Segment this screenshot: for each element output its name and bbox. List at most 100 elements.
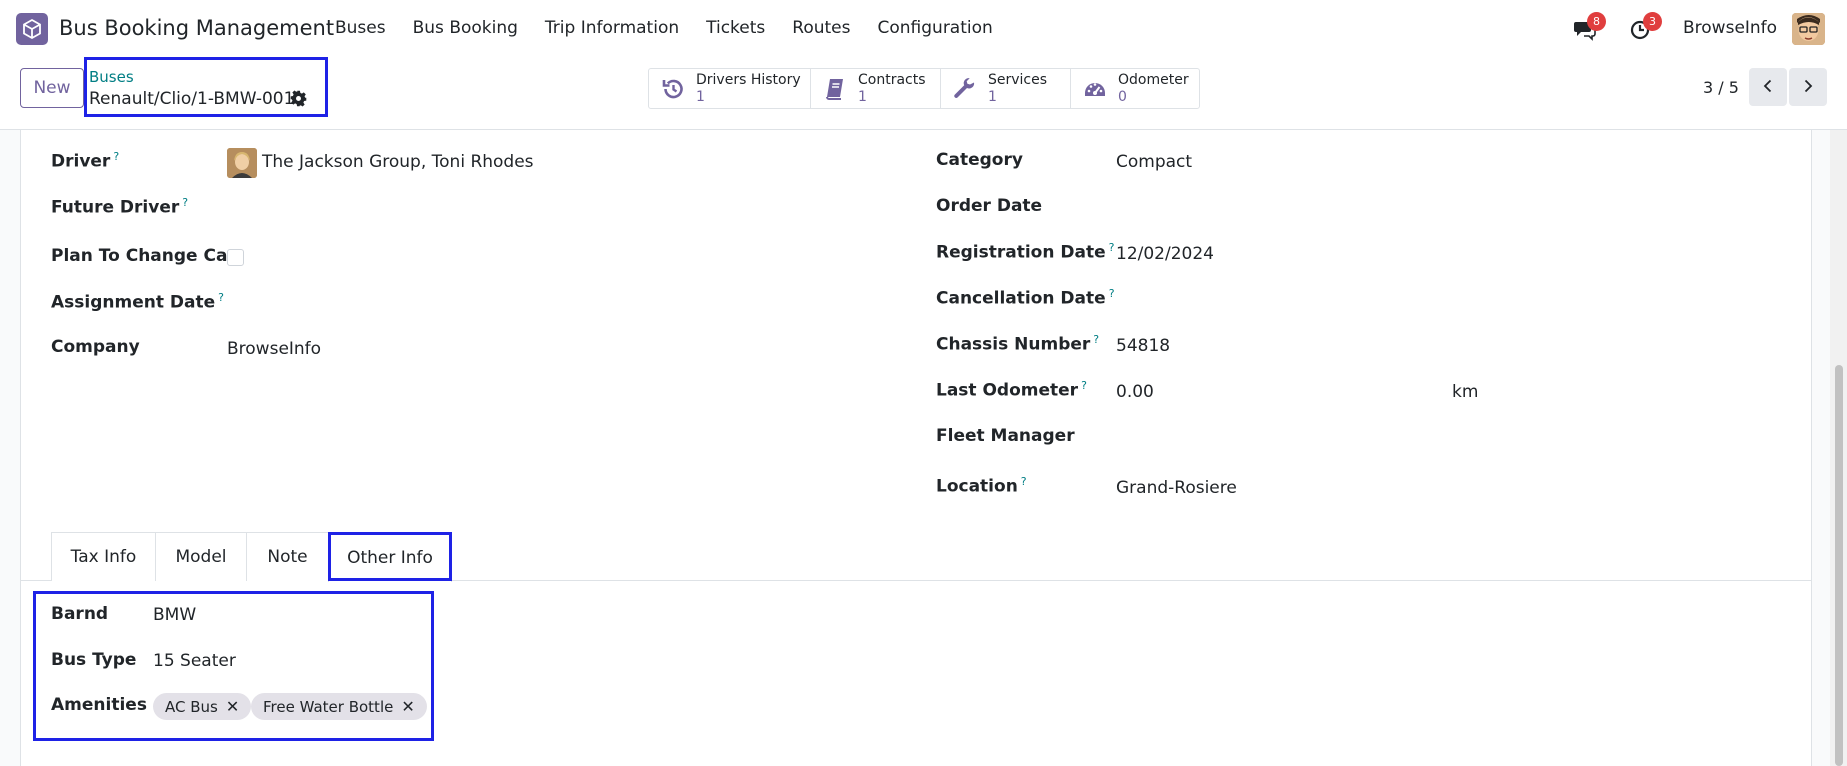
odometer-label: Odometer [1118, 72, 1189, 88]
services-count: 1 [988, 89, 997, 105]
messages-badge: 8 [1587, 12, 1606, 31]
contracts-button[interactable]: Contracts 1 [811, 69, 941, 108]
menu-item-trip-information[interactable]: Trip Information [545, 18, 679, 38]
help-tooltip-icon[interactable]: ? [1021, 475, 1027, 488]
plan-to-change-car-checkbox[interactable] [227, 249, 244, 266]
tab-note[interactable]: Note [246, 532, 329, 581]
odometer-unit[interactable]: km [1452, 382, 1478, 402]
odometer-count: 0 [1118, 89, 1127, 105]
help-tooltip-icon[interactable]: ? [1093, 333, 1099, 346]
app-title[interactable]: Bus Booking Management [59, 16, 334, 40]
services-label: Services [988, 72, 1048, 88]
pager-previous-button[interactable] [1749, 68, 1787, 106]
amenity-tag-label: AC Bus [165, 697, 218, 716]
future-driver-label-text: Future Driver [51, 197, 180, 218]
top-navbar: Bus Booking Management Buses Bus Booking… [0, 0, 1847, 58]
main-menu: Buses Bus Booking Trip Information Ticke… [335, 18, 1020, 38]
help-tooltip-icon[interactable]: ? [1109, 241, 1115, 254]
drivers-history-label: Drivers History [696, 72, 801, 88]
cancellation-date-label: Cancellation Date? [936, 287, 1115, 309]
chevron-left-icon [1761, 78, 1775, 97]
assignment-date-field[interactable] [227, 291, 787, 315]
pager-next-button[interactable] [1789, 68, 1827, 106]
book-icon [823, 77, 847, 101]
registration-date-value[interactable]: 12/02/2024 [1116, 244, 1214, 264]
future-driver-label: Future Driver? [51, 196, 188, 218]
contracts-label: Contracts [858, 72, 926, 88]
company-label: Company [51, 337, 140, 357]
location-value[interactable]: Grand-Rosiere [1116, 478, 1237, 498]
active-tab-highlight [328, 532, 452, 581]
drivers-history-count: 1 [696, 89, 705, 105]
amenity-tag: AC Bus ✕ [153, 693, 252, 720]
future-driver-field[interactable] [227, 196, 787, 220]
chassis-number-value[interactable]: 54818 [1116, 336, 1170, 356]
history-icon [661, 77, 685, 101]
breadcrumb-current: Renault/Clio/1-BMW-001 [89, 89, 295, 109]
order-date-field[interactable] [1116, 196, 1676, 220]
chassis-number-label: Chassis Number? [936, 333, 1099, 355]
tachometer-icon [1083, 77, 1107, 101]
location-label: Location? [936, 475, 1027, 497]
help-tooltip-icon[interactable]: ? [1109, 287, 1115, 300]
cancellation-date-field[interactable] [1116, 287, 1676, 311]
wrench-icon [953, 77, 977, 101]
pager-value[interactable]: 3 / 5 [1703, 78, 1739, 97]
plan-to-change-car-label: Plan To Change Car [51, 246, 236, 266]
smart-buttons: Drivers History 1 Contracts 1 Services 1… [648, 68, 1200, 109]
company-value[interactable]: BrowseInfo [227, 339, 321, 359]
app-logo-icon[interactable] [16, 13, 48, 45]
bus-type-value[interactable]: 15 Seater [153, 651, 236, 671]
registration-date-label-text: Registration Date [936, 242, 1106, 263]
driver-value[interactable]: The Jackson Group, Toni Rhodes [262, 152, 534, 172]
brand-value[interactable]: BMW [153, 605, 196, 625]
amenity-tag-label: Free Water Bottle [263, 697, 394, 716]
amenity-tag: Free Water Bottle ✕ [251, 693, 427, 720]
cancellation-date-label-text: Cancellation Date [936, 288, 1106, 309]
help-tooltip-icon[interactable]: ? [182, 196, 188, 209]
amenities-label: Amenities [51, 695, 147, 715]
activities-badge: 3 [1643, 12, 1662, 31]
menu-item-configuration[interactable]: Configuration [878, 18, 993, 38]
last-odometer-value[interactable]: 0.00 [1116, 382, 1154, 402]
chassis-number-label-text: Chassis Number [936, 334, 1091, 355]
close-icon[interactable]: ✕ [401, 697, 414, 716]
odometer-button[interactable]: Odometer 0 [1071, 69, 1199, 108]
user-avatar[interactable] [1792, 13, 1825, 45]
category-label: Category [936, 150, 1023, 170]
breadcrumb-parent-link[interactable]: Buses [89, 68, 134, 86]
activities-clock-icon[interactable]: 3 [1629, 12, 1662, 41]
driver-label-text: Driver [51, 151, 111, 172]
menu-item-bus-booking[interactable]: Bus Booking [413, 18, 518, 38]
menu-item-routes[interactable]: Routes [792, 18, 850, 38]
company-switcher[interactable]: BrowseInfo [1683, 18, 1777, 38]
close-icon[interactable]: ✕ [226, 697, 239, 716]
menu-item-tickets[interactable]: Tickets [706, 18, 765, 38]
registration-date-label: Registration Date? [936, 241, 1114, 263]
assignment-date-label-text: Assignment Date [51, 292, 216, 313]
scrollbar-thumb[interactable] [1835, 365, 1843, 766]
help-tooltip-icon[interactable]: ? [113, 150, 119, 163]
chevron-right-icon [1801, 78, 1815, 97]
gear-icon[interactable] [290, 90, 307, 107]
category-value[interactable]: Compact [1116, 152, 1192, 172]
help-tooltip-icon[interactable]: ? [1081, 379, 1087, 392]
driver-avatar [227, 148, 257, 178]
last-odometer-label-text: Last Odometer [936, 380, 1079, 401]
contracts-count: 1 [858, 89, 867, 105]
assignment-date-label: Assignment Date? [51, 291, 224, 313]
last-odometer-label: Last Odometer? [936, 379, 1087, 401]
tab-tax-info[interactable]: Tax Info [51, 532, 156, 581]
help-tooltip-icon[interactable]: ? [218, 291, 224, 304]
fleet-manager-field[interactable] [1116, 426, 1676, 450]
fleet-manager-label: Fleet Manager [936, 426, 1075, 446]
new-button[interactable]: New [20, 68, 84, 108]
driver-label: Driver? [51, 150, 119, 172]
menu-item-buses[interactable]: Buses [335, 18, 386, 38]
tab-model[interactable]: Model [155, 532, 247, 581]
location-label-text: Location [936, 476, 1018, 497]
drivers-history-button[interactable]: Drivers History 1 [649, 69, 811, 108]
messages-icon[interactable]: 8 [1573, 12, 1606, 41]
brand-label: Barnd [51, 604, 109, 624]
services-button[interactable]: Services 1 [941, 69, 1071, 108]
